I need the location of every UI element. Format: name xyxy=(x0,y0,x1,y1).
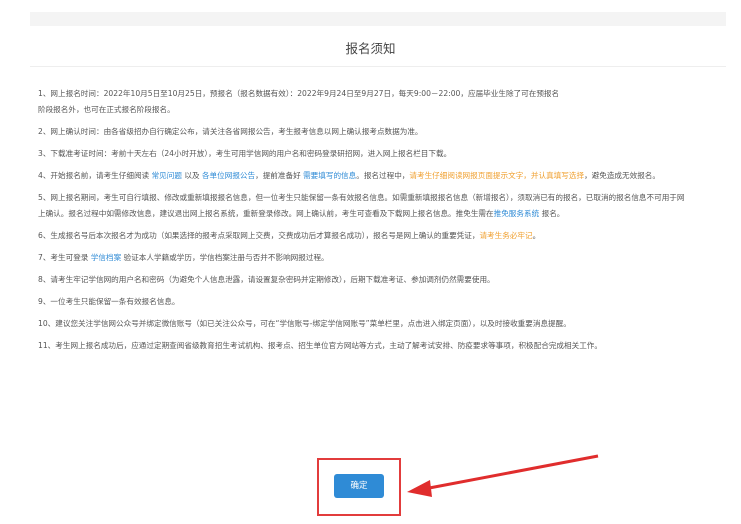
arrow-head-icon xyxy=(407,480,432,497)
notice-item: 2、网上确认时间：由各省级招办自行确定公布，请关注各省网报公告，考生报考信息以网… xyxy=(38,124,688,140)
notice-item: 11、考生网上报名成功后，应通过定期查阅省级教育招生考试机构、报考点、招生单位官… xyxy=(38,338,688,354)
notice-text: 2、网上确认时间：由各省级招办自行确定公布，请关注各省网报公告，考生报考信息以网… xyxy=(38,127,423,136)
notice-text: 10、建议您关注学信网公众号并绑定微信账号（如已关注公众号，可在“学信账号-绑定… xyxy=(38,319,571,328)
title-divider xyxy=(30,66,726,67)
notice-item: 4、开始报名前，请考生仔细阅读 常见问题 以及 各单位网报公告，提前准备好 需要… xyxy=(38,168,688,184)
notice-text: ，避免造成无效报名。 xyxy=(584,171,660,180)
notice-warning-text: 请考生仔细阅读网报页面提示文字，并认真填写选择 xyxy=(409,171,585,180)
notice-link[interactable]: 需要填写的信息 xyxy=(303,171,356,180)
notice-text: 验证本人学籍或学历，学信档案注册与否并不影响网报过程。 xyxy=(121,253,329,262)
notice-link[interactable]: 学信档案 xyxy=(91,253,121,262)
notice-text: 以及 xyxy=(181,171,202,180)
notice-list: 1、网上报名时间：2022年10月5日至10月25日，预报名（报名数据有效）：2… xyxy=(38,86,688,360)
notice-warning-text: 请考生务必牢记 xyxy=(479,231,533,240)
notice-item: 8、请考生牢记学信网的用户名和密码（为避免个人信息泄露，请设置复杂密码并定期修改… xyxy=(38,272,688,288)
arrow-shaft xyxy=(423,454,599,491)
notice-item: 10、建议您关注学信网公众号并绑定微信账号（如已关注公众号，可在“学信账号-绑定… xyxy=(38,316,688,332)
notice-text: 阶段报名外，也可在正式报名阶段报名。 xyxy=(38,105,175,114)
notice-item: 6、生成报名号后本次报名才为成功（如果选择的报考点采取网上交费，交费成功后才算报… xyxy=(38,228,688,244)
notice-text: ，提前准备好 xyxy=(255,171,304,180)
notice-text: 4、开始报名前，请考生仔细阅读 xyxy=(38,171,152,180)
notice-item: 5、网上报名期间，考生可自行填报、修改或重新填报报名信息，但一位考生只能保留一条… xyxy=(38,190,688,222)
notice-link[interactable]: 各单位网报公告 xyxy=(202,171,255,180)
notice-link[interactable]: 常见问题 xyxy=(152,171,182,180)
notice-text: 。报名过程中， xyxy=(356,171,410,180)
notice-text: 11、考生网上报名成功后，应通过定期查阅省级教育招生考试机构、报考点、招生单位官… xyxy=(38,341,602,350)
notice-text: 8、请考生牢记学信网的用户名和密码（为避免个人信息泄露，请设置复杂密码并定期修改… xyxy=(38,275,495,284)
notice-text: 7、考生可登录 xyxy=(38,253,91,262)
notice-text: 3、下载准考证时间：考前十天左右（24小时开放），考生可用学信网的用户名和密码登… xyxy=(38,149,452,158)
notice-text: 报名。 xyxy=(539,209,565,218)
notice-text: 1、网上报名时间：2022年10月5日至10月25日，预报名（报名数据有效）：2… xyxy=(38,89,560,98)
notice-text: 9、一位考生只能保留一条有效报名信息。 xyxy=(38,297,180,306)
notice-link[interactable]: 推免服务系统 xyxy=(494,209,540,218)
notice-text: 6、生成报名号后本次报名才为成功（如果选择的报考点采取网上交费，交费成功后才算报… xyxy=(38,231,480,240)
notice-item: 3、下载准考证时间：考前十天左右（24小时开放），考生可用学信网的用户名和密码登… xyxy=(38,146,688,162)
notice-item: 1、网上报名时间：2022年10月5日至10月25日，预报名（报名数据有效）：2… xyxy=(38,86,688,118)
confirm-highlight-box: 确定 xyxy=(317,458,401,516)
notice-text: 5、网上报名期间，考生可自行填报、修改或重新填报报名信息，但一位考生只能保留一条… xyxy=(38,193,685,218)
confirm-button[interactable]: 确定 xyxy=(334,474,384,498)
notice-text: 。 xyxy=(532,231,541,240)
page-title: 报名须知 xyxy=(345,41,396,56)
notice-item: 7、考生可登录 学信档案 验证本人学籍或学历，学信档案注册与否并不影响网报过程。 xyxy=(38,250,688,266)
notice-item: 9、一位考生只能保留一条有效报名信息。 xyxy=(38,294,688,310)
top-strip xyxy=(30,12,726,26)
